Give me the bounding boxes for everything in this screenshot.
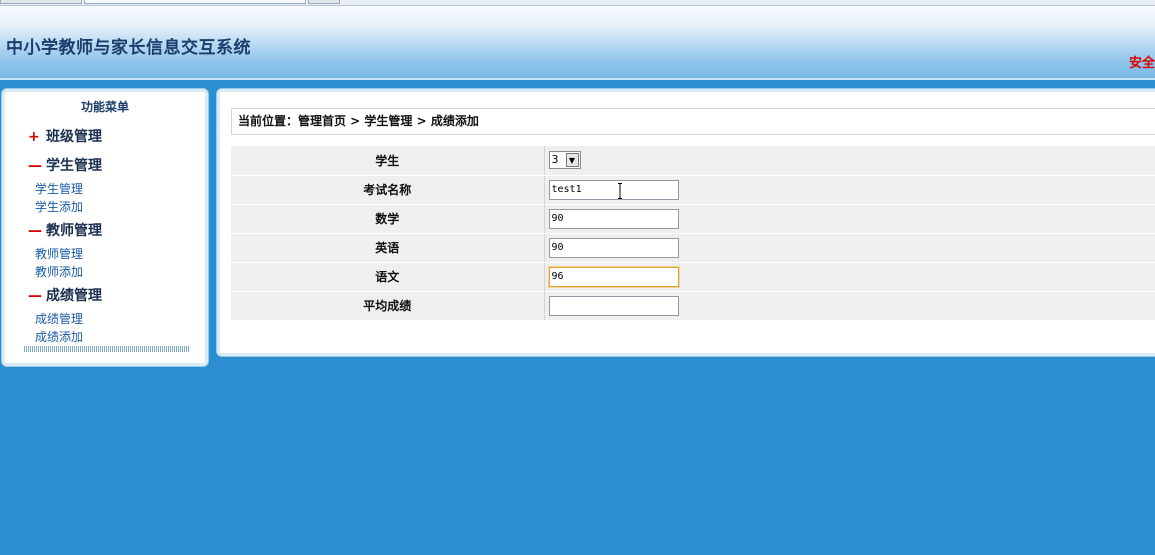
menu-group-label: 学生管理 [46,158,102,174]
menu-item-score-manage[interactable]: 成绩管理 [35,310,83,327]
english-label: 英语 [231,233,545,263]
exam-name-input[interactable] [548,179,679,200]
menu-item-teacher-manage[interactable]: 教师管理 [35,245,83,262]
new-tab-button[interactable] [308,0,340,4]
average-score-input[interactable] [548,295,679,316]
safe-exit-link[interactable]: 安全 [1129,52,1155,71]
form-row-student: 学生 3 ▼ [231,146,1155,176]
student-select[interactable]: 3 ▼ [548,151,581,170]
math-label: 数学 [231,204,545,234]
chinese-score-input[interactable] [548,266,679,287]
collapse-icon: — [28,223,42,239]
english-score-input[interactable] [548,237,679,258]
form-row-exam-name: 考试名称 [231,175,1155,205]
form-row-math: 数学 [231,204,1155,234]
collapse-icon: — [28,158,42,174]
menu-group-label: 成绩管理 [46,288,102,304]
browser-tab[interactable] [0,0,82,4]
math-score-input[interactable] [548,208,679,229]
form-row-chinese: 语文 [231,262,1155,292]
menu-divider [24,346,190,352]
text-cursor-icon [618,183,622,199]
dropdown-arrow-icon[interactable]: ▼ [565,153,579,168]
menu-item-score-add[interactable]: 成绩添加 [35,328,83,345]
collapse-icon: — [28,288,42,304]
menu-item-student-manage[interactable]: 学生管理 [35,180,83,197]
chinese-label: 语文 [231,262,545,292]
menu-item-teacher-add[interactable]: 教师添加 [35,263,83,280]
browser-tab-active[interactable] [84,0,306,4]
form-row-average: 平均成绩 [231,291,1155,321]
menu-item-student-add[interactable]: 学生添加 [35,198,83,215]
breadcrumb: 当前位置：管理首页 > 学生管理 > 成绩添加 [231,108,1155,135]
menu-title: 功能菜单 [80,100,129,114]
menu-group-score[interactable]: — 成绩管理 [28,285,102,305]
menu-group-label: 班级管理 [46,129,102,145]
menu-group-teacher[interactable]: — 教师管理 [28,220,102,240]
exam-name-label: 考试名称 [231,175,545,205]
main-content-panel: 当前位置：管理首页 > 学生管理 > 成绩添加 学生 3 ▼ 考试名称 数学 [216,88,1155,357]
header-banner: 中小学教师与家长信息交互系统 安全 [0,6,1155,80]
menu-group-label: 教师管理 [46,223,102,239]
expand-icon: + [28,129,40,145]
student-label: 学生 [231,146,545,176]
form-row-english: 英语 [231,233,1155,263]
function-menu: 功能菜单 + 班级管理 — 学生管理 学生管理 学生添加 — 教师管理 教师管理 教师… [1,88,209,367]
score-add-form: 学生 3 ▼ 考试名称 数学 英语 [231,146,1155,321]
menu-group-student[interactable]: — 学生管理 [28,155,102,175]
student-select-value: 3 [551,153,559,167]
menu-group-class[interactable]: + 班级管理 [28,126,102,146]
system-title: 中小学教师与家长信息交互系统 [6,38,251,58]
average-label: 平均成绩 [231,291,545,321]
